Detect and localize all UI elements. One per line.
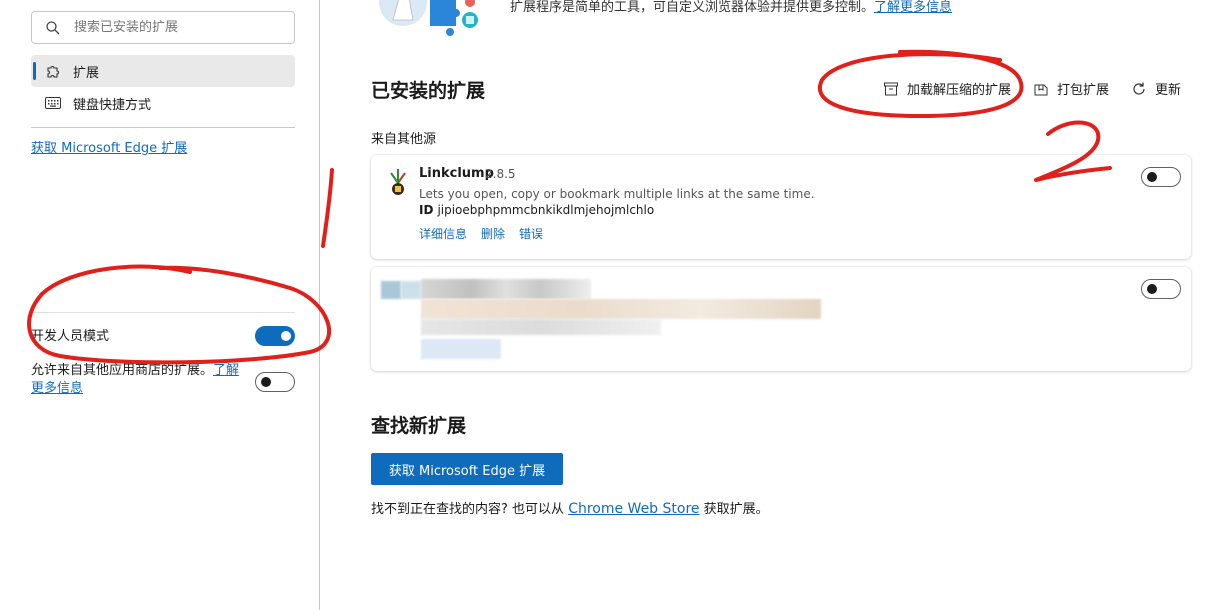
action-label: 打包扩展 (1056, 83, 1109, 98)
extension-card-redacted (371, 267, 1191, 371)
main-content: 扩展程序是简单的工具，可自定义浏览器体验并提供更多控制。了解更多信息 已安装的扩… (321, 0, 1225, 610)
load-unpacked-button[interactable]: 加载解压缩的扩展 (883, 79, 1011, 98)
intro-description: 扩展程序是简单的工具，可自定义浏览器体验并提供更多控制。 (510, 0, 875, 15)
extension-name: Linkclump (419, 166, 494, 181)
developer-mode-label: 开发人员模式 (31, 329, 110, 344)
intro-learn-more-link[interactable]: 了解更多信息 (874, 0, 952, 15)
keyboard-icon (45, 95, 61, 111)
get-edge-extensions-link[interactable]: 获取 Microsoft Edge 扩展 (31, 137, 187, 156)
find-new-extensions-heading: 查找新扩展 (371, 415, 467, 437)
refresh-icon (1133, 82, 1145, 95)
extensions-hero-illustration (379, 0, 478, 36)
search-icon (46, 20, 60, 34)
details-link[interactable]: 详细信息 (419, 225, 467, 242)
action-label: 更新 (1154, 83, 1181, 98)
package-icon (1034, 84, 1048, 95)
allow-other-stores-toggle[interactable] (255, 372, 295, 392)
sidebar-item-extensions[interactable]: 扩展 (31, 55, 295, 87)
extension-description: Lets you open, copy or bookmark multiple… (419, 187, 815, 201)
sidebar: 扩展 键盘快捷方式 获取 Microsoft Edge 扩展 开发人员模式 允许… (0, 0, 320, 610)
extension-enable-toggle[interactable] (1141, 279, 1181, 299)
toggle-knob (1147, 172, 1157, 182)
puzzle-icon (45, 63, 61, 79)
footer-suffix: 获取扩展。 (703, 502, 769, 517)
toggle-knob (261, 377, 271, 387)
remove-link[interactable]: 删除 (481, 225, 505, 242)
extension-actions: 加载解压缩的扩展 打包扩展 更新 (883, 79, 1181, 98)
footer-text: 找不到正在查找的内容? 也可以从 Chrome Web Store 获取扩展。 (371, 498, 769, 517)
extension-version: 2.8.5 (485, 167, 516, 181)
source-label: 来自其他源 (371, 132, 437, 147)
extension-card: Linkclump 2.8.5 Lets you open, copy or b… (371, 155, 1191, 259)
linkclump-logo-icon (390, 169, 406, 195)
action-label: 加载解压缩的扩展 (906, 83, 1011, 98)
allow-other-stores-label: 允许来自其他应用商店的扩展。 (31, 363, 214, 378)
divider (31, 312, 295, 313)
toggle-knob (281, 331, 291, 341)
allow-other-stores-text: 允许来自其他应用商店的扩展。了解更多信息 (31, 362, 243, 398)
sidebar-item-label: 键盘快捷方式 (73, 97, 152, 113)
id-label: ID (419, 203, 434, 217)
archive-icon (883, 82, 898, 95)
pack-extension-button[interactable]: 打包扩展 (1033, 79, 1109, 98)
extension-links: 详细信息 删除 错误 (419, 225, 543, 242)
installed-extensions-heading: 已安装的扩展 (371, 80, 486, 102)
search-input[interactable] (74, 20, 274, 35)
developer-mode-toggle[interactable] (255, 326, 295, 346)
chrome-web-store-link[interactable]: Chrome Web Store (568, 501, 699, 517)
update-button[interactable]: 更新 (1131, 79, 1181, 98)
footer-prefix: 找不到正在查找的内容? 也可以从 (371, 502, 565, 517)
search-box[interactable] (31, 11, 295, 44)
intro-text: 扩展程序是简单的工具，可自定义浏览器体验并提供更多控制。了解更多信息 (510, 0, 952, 15)
id-value: jipioebphpmmcbnkikdlmjehojmlchlo (437, 203, 655, 217)
extension-enable-toggle[interactable] (1141, 167, 1181, 187)
sidebar-item-label: 扩展 (73, 65, 100, 81)
toggle-knob (1147, 284, 1157, 294)
get-edge-extensions-button[interactable]: 获取 Microsoft Edge 扩展 (371, 453, 563, 485)
errors-link[interactable]: 错误 (519, 225, 543, 242)
divider (31, 127, 295, 128)
sidebar-item-keyboard-shortcuts[interactable]: 键盘快捷方式 (31, 87, 295, 119)
extension-id: ID jipioebphpmmcbnkikdlmjehojmlchlo (419, 203, 654, 217)
